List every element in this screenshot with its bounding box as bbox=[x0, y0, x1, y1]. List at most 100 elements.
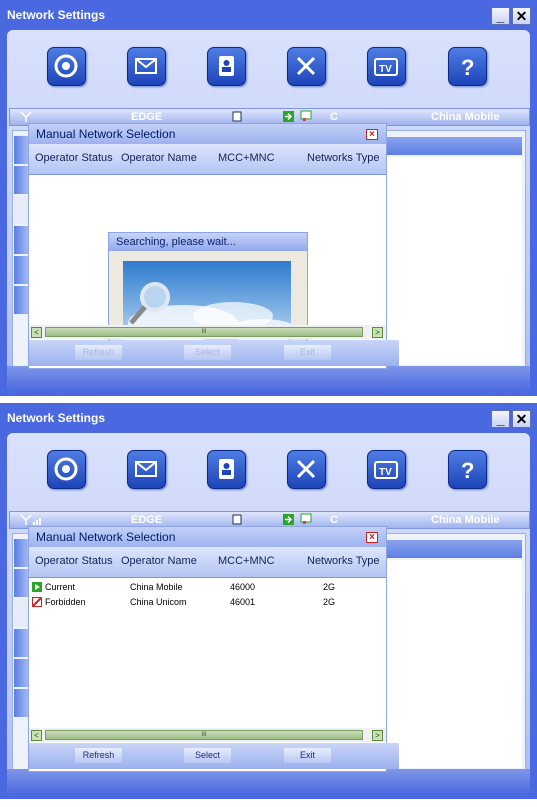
column-operator-status[interactable]: Operator Status bbox=[35, 555, 113, 567]
side-tab[interactable] bbox=[14, 286, 29, 314]
messages-button[interactable] bbox=[127, 450, 166, 489]
window-footer bbox=[7, 366, 530, 392]
column-networks-type[interactable]: Networks Type bbox=[307, 555, 380, 567]
messages-icon bbox=[135, 58, 157, 74]
exit-button[interactable]: Exit bbox=[284, 345, 331, 360]
svg-text:TV: TV bbox=[379, 467, 392, 478]
side-tab[interactable] bbox=[14, 136, 29, 164]
operator-name-cell: China Unicom bbox=[130, 597, 187, 607]
column-mcc-mnc[interactable]: MCC+MNC bbox=[218, 152, 275, 164]
side-tab[interactable] bbox=[14, 599, 29, 627]
signal-strength-icon bbox=[20, 514, 41, 525]
operator-list: Searching, please wait... bbox=[29, 175, 386, 360]
dialog-close-button[interactable]: × bbox=[366, 532, 378, 543]
column-operator-status[interactable]: Operator Status bbox=[35, 152, 113, 164]
messages-button[interactable] bbox=[127, 47, 166, 86]
window-title: Network Settings bbox=[7, 411, 106, 425]
scroll-left-button[interactable]: < bbox=[31, 730, 42, 741]
tv-icon: TV bbox=[374, 461, 398, 479]
help-button[interactable]: ? bbox=[448, 47, 487, 86]
column-operator-name[interactable]: Operator Name bbox=[121, 555, 197, 567]
close-button[interactable]: ✕ bbox=[512, 7, 531, 25]
operator-status-cell: Forbidden bbox=[45, 597, 86, 607]
help-icon: ? bbox=[461, 55, 474, 79]
side-tab[interactable] bbox=[14, 689, 29, 717]
sim-icon bbox=[232, 514, 242, 525]
searching-text: Searching, please wait... bbox=[116, 236, 236, 248]
tools-button[interactable] bbox=[287, 450, 326, 489]
dialog-close-button[interactable]: × bbox=[366, 129, 378, 140]
dialog-title: Manual Network Selection bbox=[36, 127, 176, 141]
signal-antenna-icon bbox=[20, 111, 32, 122]
message-bubble-icon bbox=[300, 513, 312, 524]
dialog-title: Manual Network Selection bbox=[36, 530, 176, 544]
horizontal-scrollbar[interactable]: < III > bbox=[29, 728, 386, 742]
close-button[interactable]: ✕ bbox=[512, 410, 531, 428]
select-button[interactable]: Select bbox=[184, 345, 231, 360]
refresh-button[interactable]: Refresh bbox=[75, 748, 122, 763]
scroll-right-button[interactable]: > bbox=[372, 730, 383, 741]
contacts-button[interactable] bbox=[207, 47, 246, 86]
minimize-button[interactable]: _ bbox=[491, 7, 510, 25]
title-bar: Network Settings _ ✕ bbox=[0, 0, 537, 30]
panel-header bbox=[378, 540, 522, 558]
column-operator-name[interactable]: Operator Name bbox=[121, 152, 197, 164]
help-button[interactable]: ? bbox=[448, 450, 487, 489]
forbidden-icon bbox=[32, 597, 42, 607]
operator-label: China Mobile bbox=[431, 514, 500, 526]
svg-text:?: ? bbox=[461, 458, 474, 482]
exit-button[interactable]: Exit bbox=[284, 748, 331, 763]
scroll-thumb[interactable]: III bbox=[45, 327, 363, 337]
column-header: Operator Status Operator Name MCC+MNC Ne… bbox=[29, 144, 386, 175]
svg-text:TV: TV bbox=[379, 64, 392, 75]
side-tab[interactable] bbox=[14, 629, 29, 657]
connect-arrow-icon bbox=[283, 514, 294, 525]
column-mcc-mnc[interactable]: MCC+MNC bbox=[218, 555, 275, 567]
searching-popup-title: Searching, please wait... bbox=[109, 233, 307, 251]
scroll-left-button[interactable]: < bbox=[31, 327, 42, 338]
select-button[interactable]: Select bbox=[184, 748, 231, 763]
side-tab[interactable] bbox=[14, 659, 29, 687]
panel-header bbox=[378, 137, 522, 155]
table-row[interactable]: Current China Mobile 46000 2G bbox=[29, 581, 386, 595]
scroll-right-button[interactable]: > bbox=[372, 327, 383, 338]
tv-button[interactable]: TV bbox=[367, 47, 406, 86]
internet-button[interactable] bbox=[47, 450, 86, 489]
connect-arrow-icon bbox=[283, 111, 294, 122]
network-type-cell: 2G bbox=[323, 597, 336, 607]
operator-name-cell: China Mobile bbox=[130, 582, 183, 592]
tv-icon: TV bbox=[374, 58, 398, 76]
tv-button[interactable]: TV bbox=[367, 450, 406, 489]
side-tab[interactable] bbox=[14, 569, 29, 597]
column-networks-type[interactable]: Networks Type bbox=[307, 152, 380, 164]
side-tab[interactable] bbox=[14, 226, 29, 254]
tools-icon bbox=[296, 56, 316, 76]
tools-icon bbox=[296, 459, 316, 479]
dialog-button-bar: Refresh Select Exit bbox=[29, 340, 399, 366]
sim-icon bbox=[232, 111, 242, 122]
side-tab[interactable] bbox=[14, 539, 29, 567]
side-tab[interactable] bbox=[14, 196, 29, 224]
horizontal-scrollbar[interactable]: < III > bbox=[29, 325, 386, 339]
internet-button[interactable] bbox=[47, 47, 86, 86]
network-type-label: EDGE bbox=[131, 514, 163, 526]
table-row[interactable]: Forbidden China Unicom 46001 2G bbox=[29, 596, 386, 610]
manual-network-selection-dialog: Manual Network Selection × Operator Stat… bbox=[28, 123, 399, 369]
current-play-icon bbox=[32, 582, 42, 592]
network-type-cell: 2G bbox=[323, 582, 336, 592]
network-settings-window-results: Network Settings _ ✕ TV ? EDGE C China M… bbox=[0, 403, 537, 799]
side-tab[interactable] bbox=[14, 256, 29, 284]
c-label: C bbox=[330, 514, 338, 526]
dialog-title-bar: Manual Network Selection × bbox=[29, 527, 386, 547]
scroll-thumb[interactable]: III bbox=[45, 730, 363, 740]
tools-button[interactable] bbox=[287, 47, 326, 86]
refresh-button[interactable]: Refresh bbox=[75, 345, 122, 360]
side-tab[interactable] bbox=[14, 166, 29, 194]
svg-text:?: ? bbox=[461, 55, 474, 79]
contacts-button[interactable] bbox=[207, 450, 246, 489]
contacts-icon bbox=[219, 56, 234, 76]
minimize-button[interactable]: _ bbox=[491, 410, 510, 428]
window-title: Network Settings bbox=[7, 8, 106, 22]
panel-content bbox=[378, 560, 522, 768]
network-type-label: EDGE bbox=[131, 111, 163, 123]
